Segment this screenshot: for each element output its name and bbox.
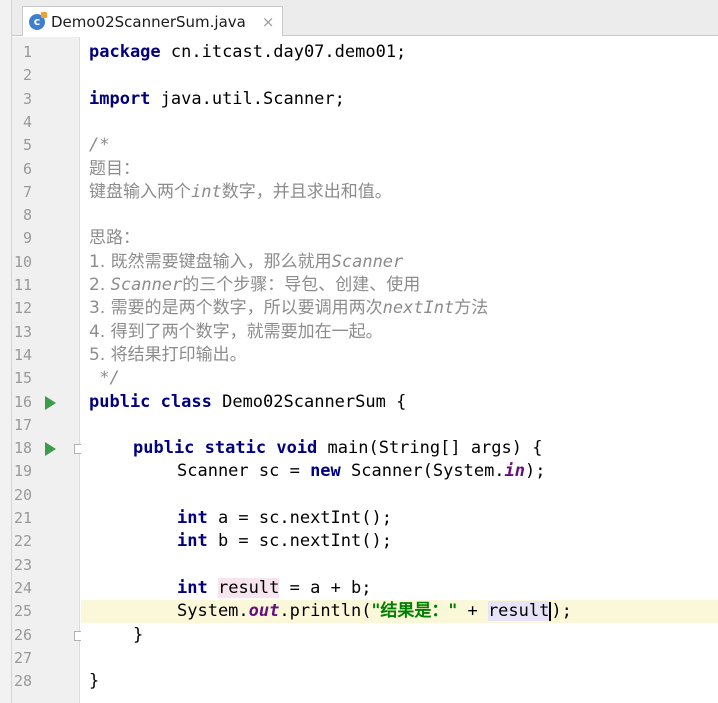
editor-tab-bar: c Demo02ScannerSum.java × bbox=[12, 0, 718, 36]
tab-title: Demo02ScannerSum.java bbox=[51, 12, 246, 31]
code-line-1: package cn.itcast.day07.demo01; bbox=[89, 42, 407, 62]
line-number: 18 bbox=[13, 439, 32, 458]
gutter-row: 19 bbox=[12, 460, 80, 483]
line-number: 28 bbox=[13, 672, 32, 691]
gutter-row: 13 bbox=[12, 321, 80, 344]
code-line-11: 2. Scanner的三个步骤：导包、创建、使用 bbox=[89, 275, 421, 295]
code-editor[interactable]: package cn.itcast.day07.demo01; import j… bbox=[81, 37, 718, 703]
editor-gutter: 1 2 3 4 5 6 7 8 9 10 11 12 13 14 15 16 1… bbox=[12, 37, 111, 703]
gutter-row: 21 bbox=[12, 507, 80, 530]
gutter-row: 7 bbox=[12, 181, 80, 204]
code-line-9: 思路： bbox=[89, 228, 140, 249]
line-number: 3 bbox=[22, 89, 32, 108]
code-line-26: } bbox=[133, 624, 144, 645]
code-line-21: int a = sc.nextInt(); bbox=[177, 508, 392, 528]
line-number: 9 bbox=[22, 229, 32, 248]
code-line-24: int result = a + b; bbox=[177, 577, 372, 598]
close-icon[interactable]: × bbox=[262, 13, 275, 31]
gutter-row: 9 bbox=[12, 227, 80, 250]
gutter-row: 22 bbox=[12, 530, 80, 553]
gutter-row: 28 bbox=[12, 670, 80, 693]
code-line-18: public static void main(String[] args) { bbox=[133, 438, 543, 459]
code-line-10: 1. 既然需要键盘输入，那么就用Scanner bbox=[89, 251, 404, 272]
code-line-3: import java.util.Scanner; bbox=[89, 88, 345, 109]
gutter-row: 10 bbox=[12, 251, 80, 274]
gutter-row: 14 bbox=[12, 344, 80, 367]
line-number: 24 bbox=[13, 578, 32, 597]
gutter-row: 5 bbox=[12, 134, 80, 157]
code-line-14: 5. 将结果打印输出。 bbox=[89, 344, 247, 365]
gutter-row: 12 bbox=[12, 297, 80, 320]
line-number: 1 bbox=[22, 43, 32, 61]
gutter-row: 6 bbox=[12, 158, 80, 181]
gutter-row: 2 bbox=[12, 64, 80, 87]
line-number: 11 bbox=[13, 276, 32, 294]
line-number: 26 bbox=[13, 625, 32, 644]
gutter-row: 24 bbox=[12, 577, 80, 600]
gutter-row: 15 bbox=[12, 367, 80, 390]
gutter-row: 20 bbox=[12, 484, 80, 507]
gutter-row: 26 bbox=[12, 624, 85, 647]
line-number: 22 bbox=[13, 532, 32, 551]
line-number: 23 bbox=[13, 555, 32, 574]
gutter-row: 18 bbox=[12, 437, 85, 460]
line-number: 21 bbox=[13, 509, 32, 527]
line-number: 7 bbox=[22, 182, 32, 201]
java-class-icon: c bbox=[29, 11, 47, 30]
code-line-22: int b = sc.nextInt(); bbox=[177, 531, 392, 552]
gutter-row: 11 bbox=[12, 274, 80, 297]
line-number: 15 bbox=[13, 369, 32, 388]
line-number: 6 bbox=[22, 159, 32, 178]
line-number: 14 bbox=[13, 345, 32, 364]
code-line-19: Scanner sc = new Scanner(System.in); bbox=[177, 461, 546, 482]
code-line-5: /* bbox=[89, 135, 110, 156]
line-number: 5 bbox=[22, 136, 32, 155]
line-number: 19 bbox=[13, 462, 32, 481]
run-icon[interactable] bbox=[45, 442, 56, 457]
gutter-row: 4 bbox=[12, 111, 80, 134]
line-number: 16 bbox=[13, 392, 32, 411]
gutter-row: 23 bbox=[12, 554, 80, 577]
code-line-12: 3. 需要的是两个数字，所以要调用两次nextInt方法 bbox=[89, 298, 489, 319]
code-line-25: System.out.println("结果是：" + result); bbox=[177, 601, 572, 622]
line-number: 20 bbox=[13, 485, 32, 504]
gutter-row: 17 bbox=[12, 414, 80, 437]
line-number: 27 bbox=[13, 648, 32, 667]
code-line-6: 题目： bbox=[89, 158, 140, 179]
gutter-row: 27 bbox=[12, 647, 80, 670]
gutter-row: 25 bbox=[12, 600, 111, 623]
line-number: 4 bbox=[22, 112, 32, 131]
tool-window-strip bbox=[0, 0, 12, 703]
gutter-row: 1 bbox=[12, 41, 80, 64]
line-number: 13 bbox=[13, 322, 32, 341]
line-number: 12 bbox=[13, 299, 32, 318]
gutter-row: 8 bbox=[12, 204, 80, 227]
code-line-13: 4. 得到了两个数字，就需要加在一起。 bbox=[89, 321, 383, 342]
line-number: 10 bbox=[13, 252, 32, 271]
gutter-row: 16 bbox=[12, 391, 80, 414]
line-number: 8 bbox=[22, 206, 32, 225]
line-number: 17 bbox=[13, 415, 32, 434]
code-line-16: public class Demo02ScannerSum { bbox=[89, 391, 407, 412]
code-line-28: } bbox=[89, 671, 100, 692]
line-number: 25 bbox=[13, 602, 32, 621]
line-number: 2 bbox=[22, 66, 32, 85]
code-line-15: */ bbox=[89, 368, 120, 389]
run-icon[interactable] bbox=[45, 395, 56, 410]
code-line-7: 键盘输入两个int数字，并且求出和值。 bbox=[89, 181, 392, 202]
gutter-row: 3 bbox=[12, 88, 80, 111]
tab-demo02scannersum[interactable]: c Demo02ScannerSum.java × bbox=[22, 6, 284, 36]
